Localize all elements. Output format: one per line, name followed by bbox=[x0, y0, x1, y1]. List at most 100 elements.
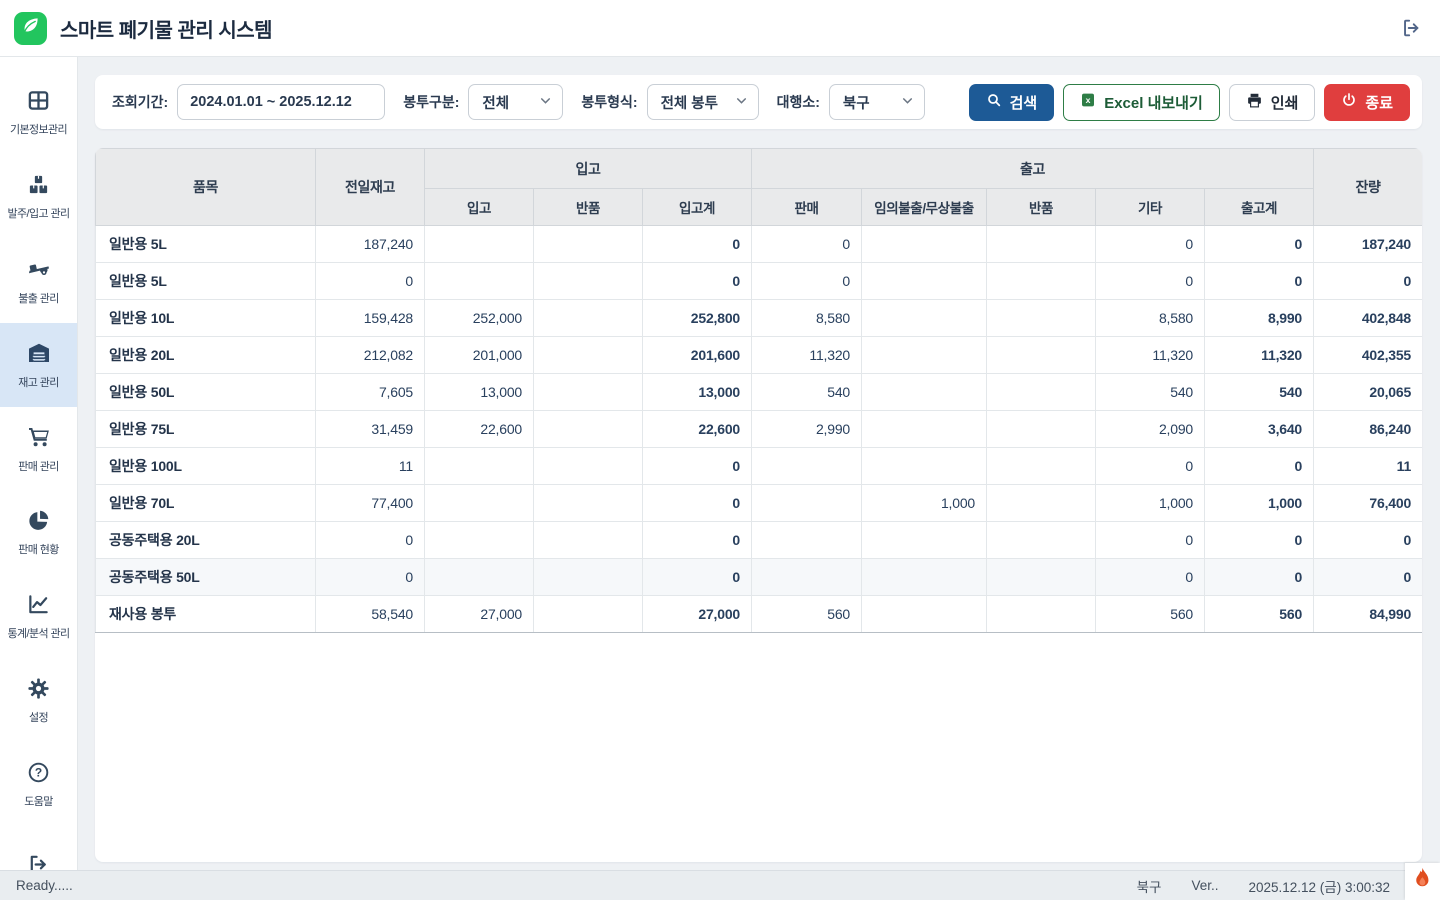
value-cell: 540 bbox=[1205, 374, 1314, 411]
value-cell: 7,605 bbox=[316, 374, 425, 411]
sidebar-item-orders[interactable]: 발주/입고 관리 bbox=[0, 155, 77, 239]
value-cell bbox=[862, 337, 987, 374]
col-header-in-total: 입고계 bbox=[643, 189, 752, 226]
excel-export-button[interactable]: x Excel 내보내기 bbox=[1063, 84, 1220, 121]
agency-select[interactable]: 북구 bbox=[829, 84, 925, 120]
sidebar-item-sales-status[interactable]: 판매 현황 bbox=[0, 491, 77, 575]
value-cell: 0 bbox=[1205, 522, 1314, 559]
value-cell: 11,320 bbox=[1096, 337, 1205, 374]
value-cell: 0 bbox=[1205, 448, 1314, 485]
exit-button[interactable]: 종료 bbox=[1324, 84, 1410, 121]
status-text: Ready..... bbox=[16, 878, 73, 893]
col-header-out-return: 반품 bbox=[987, 189, 1096, 226]
value-cell: 402,355 bbox=[1314, 337, 1422, 374]
item-cell: 일반용 70L bbox=[96, 485, 316, 522]
col-header-sale: 판매 bbox=[752, 189, 862, 226]
bag-type-value: 전체 bbox=[482, 92, 509, 113]
col-header-out-total: 출고계 bbox=[1205, 189, 1314, 226]
value-cell: 58,540 bbox=[316, 596, 425, 633]
value-cell: 0 bbox=[316, 263, 425, 300]
item-cell: 일반용 50L bbox=[96, 374, 316, 411]
period-label: 조회기간: bbox=[112, 92, 168, 112]
table-row[interactable]: 일반용 70L77,40001,0001,0001,00076,400 bbox=[96, 485, 1423, 522]
value-cell bbox=[425, 522, 534, 559]
value-cell bbox=[987, 522, 1096, 559]
value-cell: 0 bbox=[643, 522, 752, 559]
print-button[interactable]: 인쇄 bbox=[1229, 84, 1316, 121]
status-datetime: 2025.12.12 (금) 3:00:32 bbox=[1248, 876, 1390, 896]
table-row[interactable]: 일반용 5L187,2400000187,240 bbox=[96, 226, 1423, 263]
value-cell bbox=[534, 337, 643, 374]
value-cell: 0 bbox=[1096, 559, 1205, 596]
search-button[interactable]: 검색 bbox=[969, 84, 1055, 121]
value-cell: 187,240 bbox=[316, 226, 425, 263]
value-cell: 3,640 bbox=[1205, 411, 1314, 448]
value-cell: 11,320 bbox=[752, 337, 862, 374]
printer-icon bbox=[1246, 92, 1263, 113]
table-row[interactable]: 공동주택용 20L00000 bbox=[96, 522, 1423, 559]
value-cell bbox=[534, 559, 643, 596]
value-cell: 76,400 bbox=[1314, 485, 1422, 522]
inventory-table: 품목 전일재고 입고 출고 잔량 입고 반품 입고계 판매 임의불출/무상불출 … bbox=[95, 148, 1422, 633]
item-cell: 일반용 5L bbox=[96, 226, 316, 263]
inventory-table-body: 일반용 5L187,2400000187,240일반용 5L000000일반용 … bbox=[96, 226, 1423, 633]
table-row[interactable]: 일반용 10L159,428252,000252,8008,5808,5808,… bbox=[96, 300, 1423, 337]
bag-format-select[interactable]: 전체 봉투 bbox=[647, 84, 759, 120]
inventory-table-card: 품목 전일재고 입고 출고 잔량 입고 반품 입고계 판매 임의불출/무상불출 … bbox=[95, 148, 1422, 862]
flame-logo bbox=[1405, 863, 1440, 900]
sidebar-item-inventory[interactable]: 재고 관리 bbox=[0, 323, 77, 407]
value-cell: 560 bbox=[1205, 596, 1314, 633]
sidebar-item-sales[interactable]: 판매 관리 bbox=[0, 407, 77, 491]
item-cell: 일반용 5L bbox=[96, 263, 316, 300]
value-cell: 0 bbox=[643, 559, 752, 596]
sidebar-item-label: 판매 관리 bbox=[18, 458, 59, 474]
cart-icon bbox=[27, 425, 51, 449]
value-cell: 0 bbox=[1314, 263, 1422, 300]
value-cell bbox=[987, 337, 1096, 374]
agency-value: 북구 bbox=[843, 92, 870, 113]
logout-icon[interactable] bbox=[1400, 17, 1422, 39]
sidebar-item-settings[interactable]: 설정 bbox=[0, 659, 77, 743]
value-cell: 0 bbox=[1096, 263, 1205, 300]
sidebar-item-statistics[interactable]: 통계/분석 관리 bbox=[0, 575, 77, 659]
group-header-in: 입고 bbox=[425, 149, 752, 189]
excel-icon: x bbox=[1080, 92, 1096, 112]
value-cell: 1,000 bbox=[862, 485, 987, 522]
value-cell: 0 bbox=[1205, 226, 1314, 263]
table-row[interactable]: 일반용 50L7,60513,00013,00054054054020,065 bbox=[96, 374, 1423, 411]
bag-type-label: 봉투구분: bbox=[403, 92, 459, 112]
sidebar-item-label: 발주/입고 관리 bbox=[7, 205, 69, 221]
period-input[interactable] bbox=[177, 84, 385, 120]
table-row[interactable]: 일반용 20L212,082201,000201,60011,32011,320… bbox=[96, 337, 1423, 374]
sidebar-item-signout[interactable] bbox=[0, 827, 77, 870]
value-cell bbox=[987, 596, 1096, 633]
value-cell bbox=[425, 559, 534, 596]
status-right: 북구 Ver.. 2025.12.12 (금) 3:00:32 bbox=[1137, 876, 1390, 896]
sidebar-item-release[interactable]: 불출 관리 bbox=[0, 239, 77, 323]
table-row[interactable]: 재사용 봉투58,54027,00027,00056056056084,990 bbox=[96, 596, 1423, 633]
value-cell bbox=[987, 263, 1096, 300]
table-row[interactable]: 일반용 100L1100011 bbox=[96, 448, 1423, 485]
table-row[interactable]: 일반용 5L000000 bbox=[96, 263, 1423, 300]
value-cell bbox=[862, 448, 987, 485]
value-cell: 8,990 bbox=[1205, 300, 1314, 337]
value-cell: 0 bbox=[643, 485, 752, 522]
value-cell: 2,090 bbox=[1096, 411, 1205, 448]
value-cell: 212,082 bbox=[316, 337, 425, 374]
svg-text:x: x bbox=[1086, 95, 1091, 105]
value-cell bbox=[862, 411, 987, 448]
value-cell: 13,000 bbox=[643, 374, 752, 411]
value-cell: 402,848 bbox=[1314, 300, 1422, 337]
sidebar-item-label: 불출 관리 bbox=[18, 290, 59, 306]
value-cell: 11,320 bbox=[1205, 337, 1314, 374]
table-row[interactable]: 일반용 75L31,45922,60022,6002,9902,0903,640… bbox=[96, 411, 1423, 448]
table-row[interactable]: 공동주택용 50L00000 bbox=[96, 559, 1423, 596]
value-cell bbox=[862, 374, 987, 411]
value-cell: 84,990 bbox=[1314, 596, 1422, 633]
sidebar-item-basic-info[interactable]: 기본정보관리 bbox=[0, 71, 77, 155]
item-cell: 일반용 100L bbox=[96, 448, 316, 485]
sidebar-item-help[interactable]: ? 도움말 bbox=[0, 743, 77, 827]
bag-type-select[interactable]: 전체 bbox=[468, 84, 563, 120]
value-cell: 1,000 bbox=[1205, 485, 1314, 522]
value-cell: 0 bbox=[752, 226, 862, 263]
